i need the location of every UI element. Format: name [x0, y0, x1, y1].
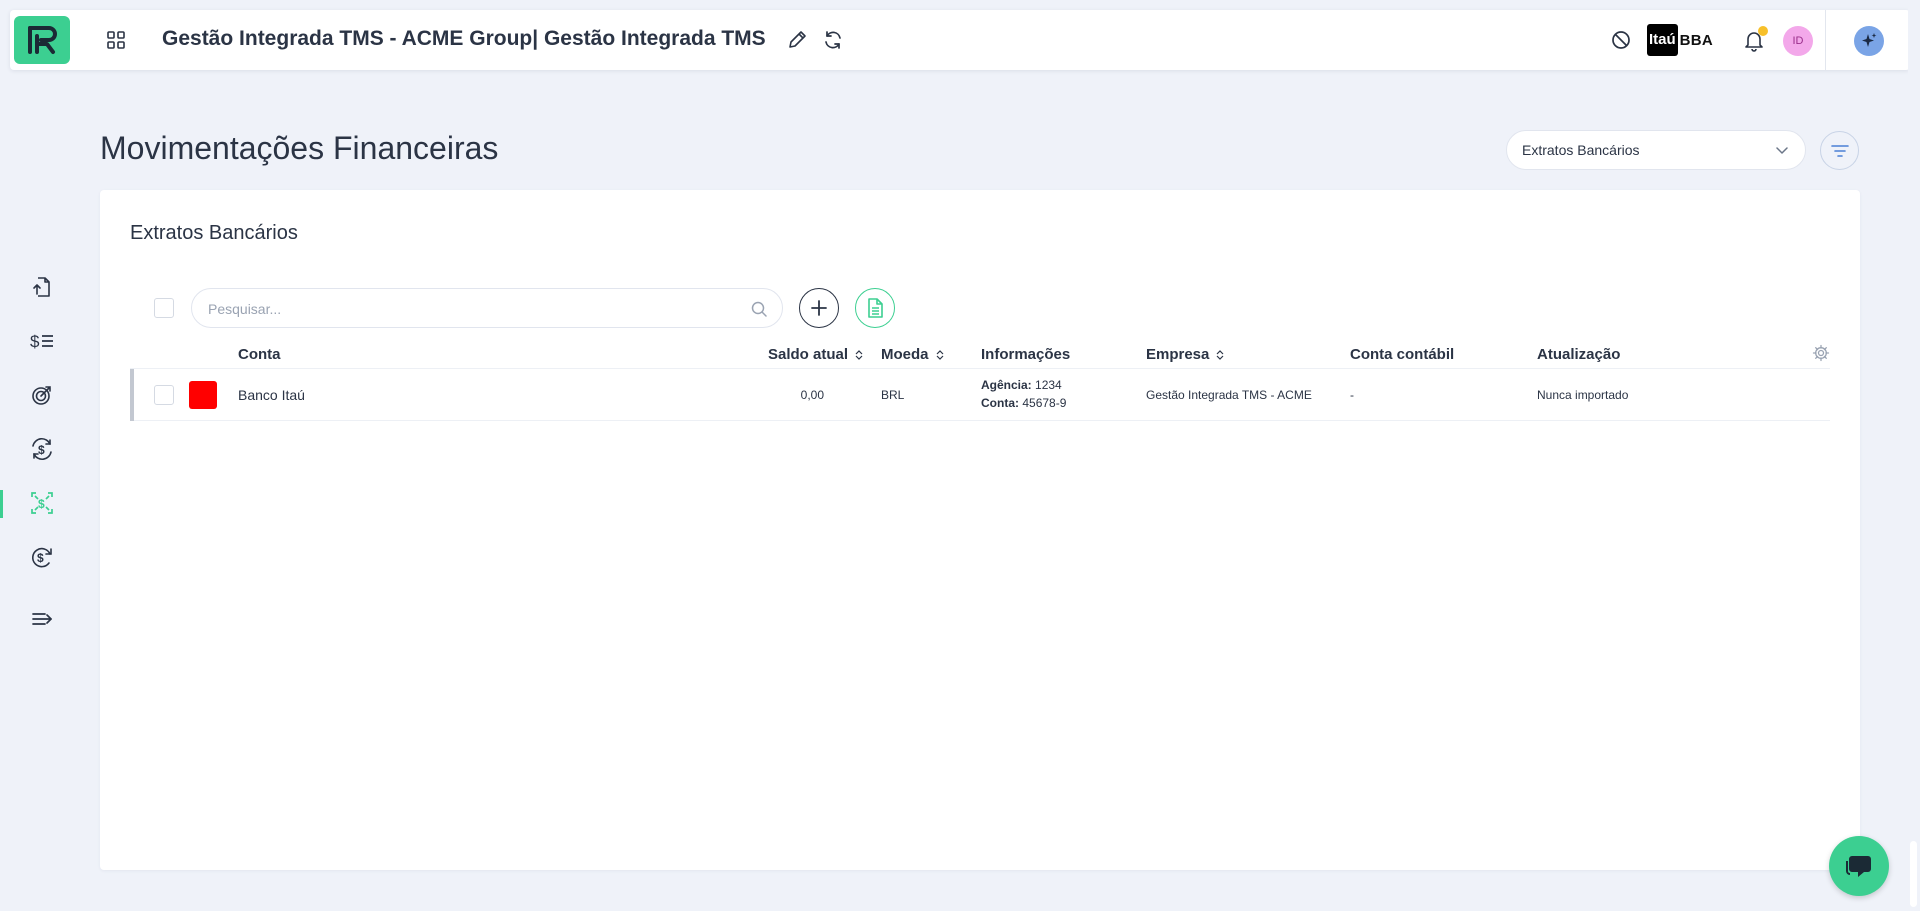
row-marker — [130, 369, 134, 421]
bank-logo[interactable]: Itaú BBA — [1647, 23, 1713, 57]
cell-empresa: Gestão Integrada TMS - ACME — [1146, 388, 1312, 402]
sort-icon — [855, 349, 863, 360]
conta-value: 45678-9 — [1022, 396, 1067, 410]
chevron-down-icon — [1776, 147, 1788, 154]
file-upload-icon — [33, 277, 50, 297]
sidebar-item-expand[interactable] — [26, 603, 58, 635]
search-icon[interactable] — [750, 300, 768, 318]
row-checkbox[interactable] — [154, 385, 174, 405]
document-icon — [868, 298, 883, 318]
dollar-refresh-icon: $ — [31, 547, 52, 568]
avatar[interactable]: ID — [1783, 26, 1813, 56]
ai-sparkle-button[interactable] — [1854, 26, 1884, 56]
block-icon[interactable] — [1610, 29, 1632, 51]
scrollbar-thumb[interactable] — [1910, 841, 1917, 907]
column-header-empresa[interactable]: Empresa — [1146, 346, 1225, 363]
column-header-moeda[interactable]: Moeda — [881, 346, 945, 363]
bank-statements-card: Extratos Bancários Conta Saldo atual Moe… — [100, 190, 1860, 870]
sort-icon — [1216, 349, 1224, 360]
divider — [1825, 10, 1826, 70]
sort-icon — [936, 349, 943, 360]
agencia-label: Agência: — [981, 378, 1032, 392]
sidebar-item-target[interactable] — [26, 379, 58, 411]
bank-name: Itaú — [1647, 24, 1678, 56]
plus-icon — [811, 300, 827, 316]
sidebar-item-file-upload[interactable] — [26, 271, 58, 303]
app-logo[interactable] — [14, 16, 70, 64]
sparkle-icon — [1862, 33, 1877, 47]
cell-atualizacao: Nunca importado — [1537, 388, 1629, 402]
column-label: Moeda — [881, 346, 929, 363]
account-color-swatch — [189, 381, 217, 409]
target-arrow-icon — [32, 386, 51, 405]
sidebar-item-exchange[interactable]: $ — [26, 433, 58, 465]
card-title: Extratos Bancários — [130, 222, 298, 244]
expand-menu-icon — [32, 613, 52, 625]
column-header-saldo[interactable]: Saldo atual — [768, 346, 864, 363]
svg-text:$: $ — [37, 551, 44, 565]
svg-text:$: $ — [38, 443, 45, 457]
sidebar-item-transfer[interactable]: $ — [26, 487, 58, 519]
conta-label: Conta: — [981, 396, 1019, 410]
column-label: Saldo atual — [768, 346, 849, 363]
refresh-icon[interactable] — [821, 28, 845, 52]
cell-conta-numero: Conta: 45678-9 — [981, 396, 1066, 410]
column-label: Empresa — [1146, 346, 1210, 363]
table-row[interactable]: Banco Itaú 0,00 BRL Agência: 1234 Conta:… — [130, 368, 1830, 421]
notification-dot — [1758, 26, 1768, 36]
workspace-title: Gestão Integrada TMS - ACME Group| Gestã… — [162, 27, 766, 50]
column-header-conta-contabil: Conta contábil — [1350, 346, 1454, 363]
filter-button[interactable] — [1820, 131, 1859, 170]
logo-icon — [28, 26, 57, 54]
cell-conta: Banco Itaú — [238, 387, 305, 403]
column-header-atualizacao: Atualização — [1537, 346, 1620, 363]
cell-moeda: BRL — [881, 388, 905, 402]
search-box — [191, 288, 783, 328]
view-select-value: Extratos Bancários — [1522, 142, 1640, 158]
view-select[interactable]: Extratos Bancários — [1506, 130, 1806, 170]
svg-text:$: $ — [30, 332, 40, 351]
apps-grid-icon[interactable] — [106, 30, 126, 50]
exchange-dollar-icon: $ — [32, 438, 52, 460]
bank-suffix: BBA — [1679, 31, 1714, 49]
transfer-dollar-icon: $ — [31, 492, 53, 514]
column-label: Informações — [981, 346, 1071, 363]
sidebar-item-dollar-refresh[interactable]: $ — [26, 541, 58, 573]
column-label: Conta contábil — [1350, 346, 1455, 363]
cell-conta-contabil: - — [1350, 388, 1354, 402]
svg-text:$: $ — [38, 497, 45, 511]
column-label: Atualização — [1537, 346, 1621, 363]
add-button[interactable] — [799, 288, 839, 328]
select-all-checkbox[interactable] — [154, 298, 174, 318]
search-input[interactable] — [208, 298, 748, 320]
sidebar-item-dollar-list[interactable]: $ — [26, 325, 58, 357]
column-header-conta: Conta — [238, 346, 281, 363]
chat-bubble-icon — [1846, 856, 1871, 877]
export-document-button[interactable] — [855, 288, 895, 328]
cell-saldo: 0,00 — [800, 388, 824, 402]
scrollbar-track[interactable] — [1908, 0, 1920, 911]
dollar-list-icon: $ — [30, 332, 53, 351]
sidebar-active-indicator — [0, 490, 3, 518]
column-label: Conta — [238, 346, 281, 363]
column-header-informacoes: Informações — [981, 346, 1070, 363]
gear-icon[interactable] — [1812, 344, 1830, 362]
chat-button[interactable] — [1829, 836, 1889, 896]
top-bar: Gestão Integrada TMS - ACME Group| Gestã… — [10, 10, 1910, 70]
cell-agencia: Agência: 1234 — [981, 378, 1062, 392]
page-title: Movimentações Financeiras — [100, 130, 499, 166]
filter-icon — [1830, 144, 1849, 157]
edit-pencil-icon[interactable] — [786, 29, 808, 51]
agencia-value: 1234 — [1035, 378, 1062, 392]
